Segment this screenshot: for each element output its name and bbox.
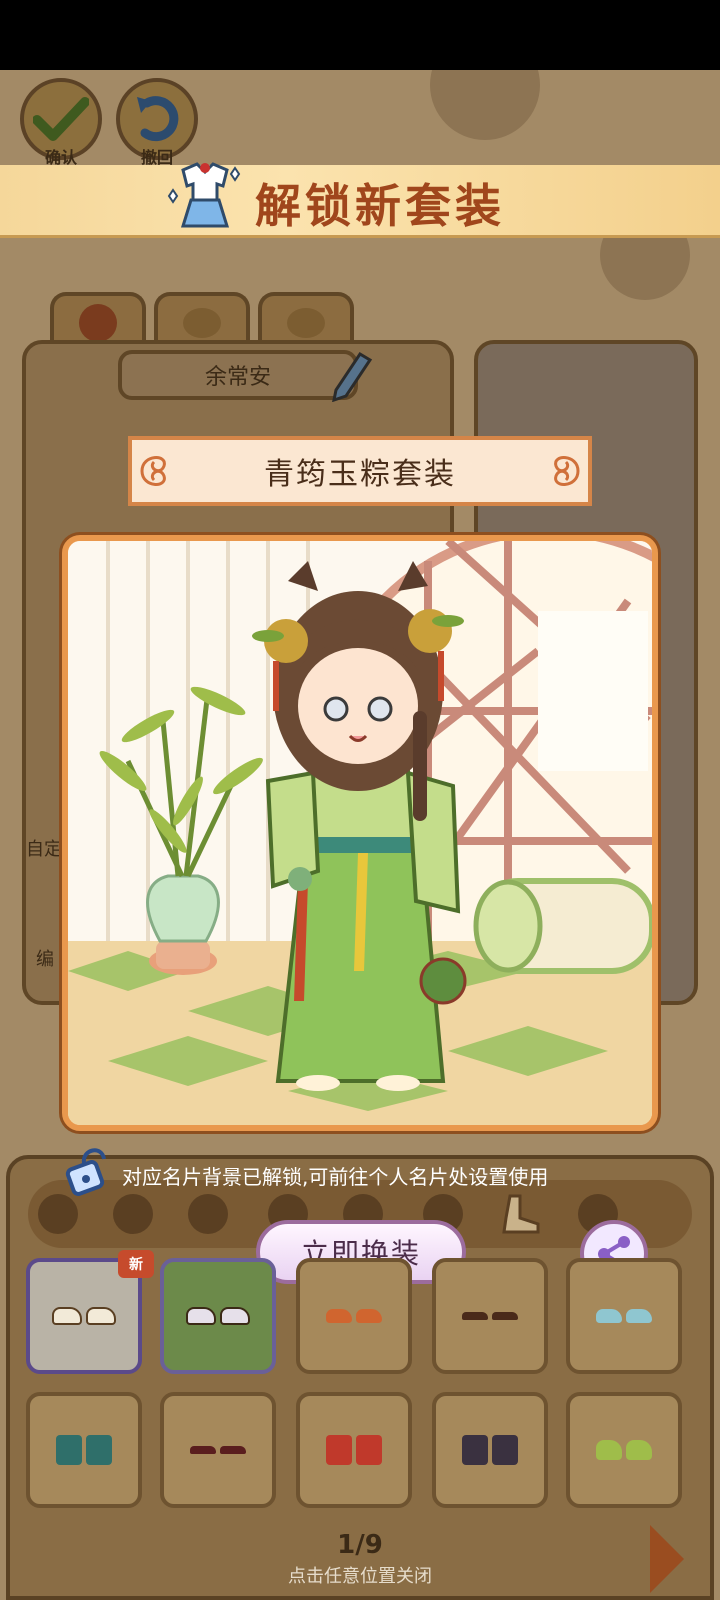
category-shoes-icon[interactable] [498,1192,542,1236]
background-decoration [430,70,540,140]
category-hair-icon[interactable] [113,1194,153,1234]
category-face-icon[interactable] [38,1194,78,1234]
shoe-item-slot[interactable] [432,1392,548,1508]
edit-pencil-icon[interactable] [326,346,374,403]
next-page-arrow-icon[interactable] [650,1525,684,1593]
close-hint: 点击任意位置关闭 [288,1566,432,1587]
shoe-item-slot[interactable] [296,1392,412,1508]
dog-icon [287,308,325,338]
shoes-icon [186,1307,250,1325]
banner-title: 解锁新套装 [255,179,505,233]
boots-icon [326,1435,382,1465]
unlock-note-text: 对应名片背景已解锁,可前往个人名片处设置使用 [122,1164,549,1189]
shoe-item-slot[interactable] [432,1258,548,1374]
shoe-item-slot[interactable] [160,1258,276,1374]
shoe-item-slot[interactable] [296,1258,412,1374]
side-label-edit: 编 [36,949,54,970]
shoes-icon [462,1312,518,1320]
shoes-icon [596,1309,652,1323]
shoe-item-slot[interactable] [26,1392,142,1508]
shoe-item-slot[interactable] [160,1392,276,1508]
side-label-custom: 自定 [26,839,62,860]
outfit-name: 青筠玉粽套装 [264,457,456,492]
shoes-icon [596,1440,652,1460]
shoes-icon [52,1307,116,1325]
outfit-preview-frame [62,535,658,1131]
unlock-note: 对应名片背景已解锁,可前往个人名片处设置使用 [62,1148,682,1196]
boots-icon [56,1435,112,1465]
unlock-lock-icon [62,1143,116,1197]
tab-face[interactable] [50,292,146,344]
tab-cat[interactable] [154,292,250,344]
profile-name: 余常安 [118,350,358,400]
ribbon-ornament-right [546,446,582,496]
shoes-icon [326,1309,382,1323]
outfit-clothes-icon [165,160,245,238]
page-indicator: 1/9 [337,1530,383,1560]
shoe-item-slot[interactable] [566,1392,682,1508]
boots-icon [462,1435,518,1465]
outfit-preview-illustration [68,541,652,1125]
new-badge: 新 [118,1250,154,1278]
status-bar [0,0,720,70]
cat-icon [183,308,221,338]
tab-dog[interactable] [258,292,354,344]
undo-arrow-icon [137,96,179,142]
shoes-icon [190,1446,246,1454]
face-icon [79,304,117,342]
outfit-name-ribbon: 青筠玉粽套装 [128,436,592,506]
ribbon-ornament-left [138,446,174,496]
category-eyes-icon[interactable] [188,1194,228,1234]
shoe-item-slot[interactable] [566,1258,682,1374]
checkmark-icon [33,97,89,141]
